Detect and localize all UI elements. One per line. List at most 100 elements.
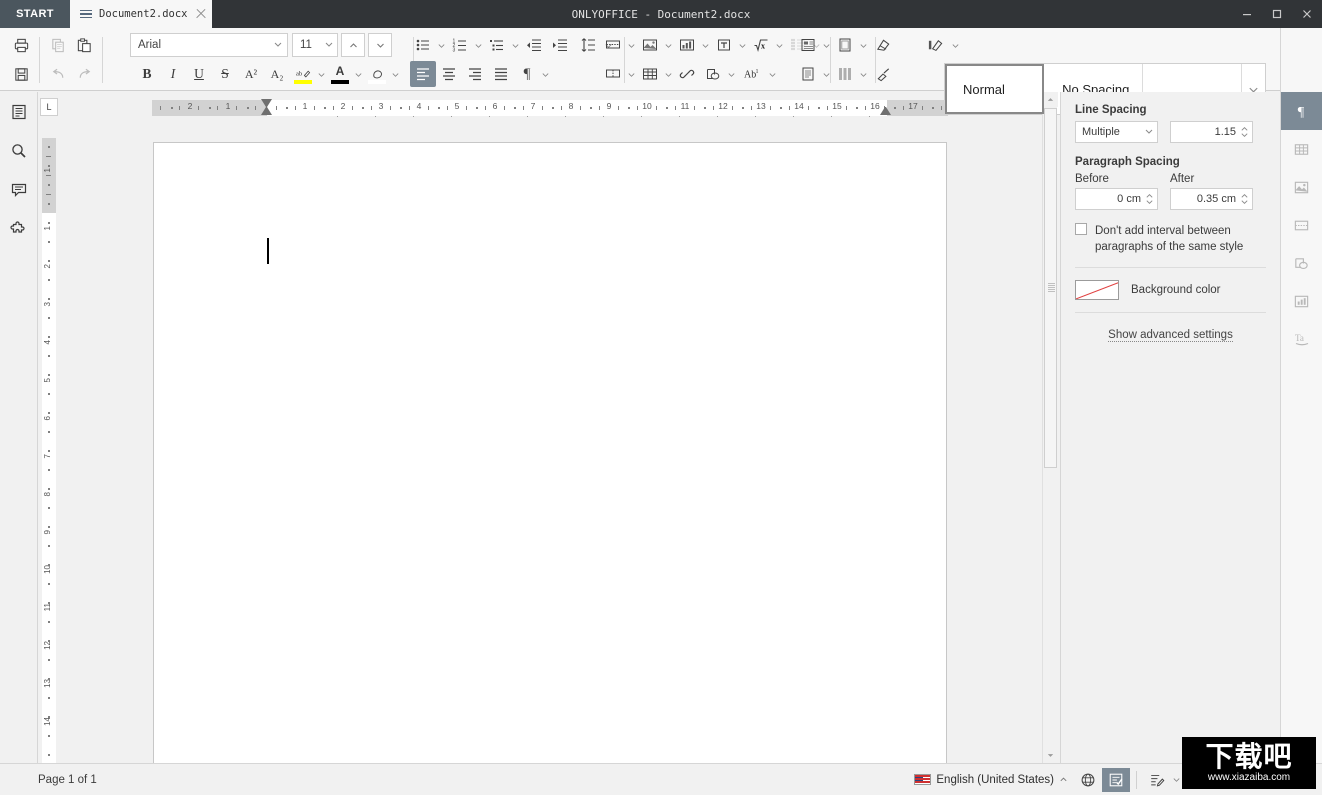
multilevel-list-icon[interactable] [484,32,510,58]
sidebar-item-text-art-settings[interactable]: Ta [1283,320,1321,358]
style-item-normal[interactable]: Normal [945,64,1045,114]
paragraph-shading-dropdown[interactable] [390,61,401,87]
align-left-icon[interactable] [410,61,436,87]
shape-icon[interactable] [700,61,726,87]
bold-button[interactable]: B [134,61,160,87]
sidebar-item-shape-settings[interactable] [1283,244,1321,282]
document-canvas[interactable] [58,117,1042,763]
spell-checking-icon[interactable] [1102,767,1130,792]
columns-dropdown[interactable] [626,61,637,87]
multilevel-list-dropdown[interactable] [510,32,521,58]
track-changes-dropdown[interactable] [1171,767,1182,793]
spacing-after-input[interactable]: 0.35 cm [1170,188,1253,210]
chart-icon[interactable] [674,32,700,58]
format-painter-icon[interactable] [868,61,898,87]
page-margins-icon[interactable] [795,32,821,58]
hanging-indent-marker[interactable] [261,107,272,115]
document-tab[interactable]: Document2.docx [70,0,212,28]
sidebar-item-table-settings[interactable] [1283,130,1321,168]
page-break-icon[interactable] [600,32,626,58]
image-icon[interactable] [637,32,663,58]
close-window-icon[interactable] [1292,0,1322,28]
background-color-swatch[interactable] [1075,280,1119,300]
tab-stop-selector[interactable]: L [40,98,58,116]
columns-icon[interactable] [600,61,626,87]
image-dropdown[interactable] [663,32,674,58]
background-color-row[interactable]: Background color [1075,280,1266,300]
decrease-indent-icon[interactable] [521,32,547,58]
page-size-dropdown[interactable] [821,61,832,87]
clear-style-icon[interactable] [868,32,898,58]
sidebar-item-search[interactable] [0,131,38,170]
right-indent-marker[interactable] [880,107,891,115]
start-button[interactable]: START [0,0,70,28]
sidebar-item-navigation[interactable] [0,92,38,131]
font-color-button[interactable]: A [327,61,353,87]
nonprinting-characters-icon[interactable]: ¶ [514,61,540,87]
document-page[interactable] [153,142,947,763]
equation-icon[interactable]: x [748,32,774,58]
page-break-dropdown[interactable] [626,32,637,58]
copy-style-dropdown[interactable] [950,32,961,58]
print-icon[interactable] [8,32,34,58]
highlight-color-button[interactable]: ab [290,61,316,87]
nonprinting-dropdown[interactable] [540,61,551,87]
line-spacing-icon[interactable] [573,32,603,58]
align-center-icon[interactable] [436,61,462,87]
paste-icon[interactable] [71,32,97,58]
increase-indent-icon[interactable] [547,32,573,58]
no-interval-checkbox-row[interactable]: Don't add interval between paragraphs of… [1075,223,1266,255]
page-orientation-icon[interactable] [832,32,858,58]
sidebar-item-header-footer-settings[interactable] [1283,206,1321,244]
equation-dropdown[interactable] [774,32,785,58]
sidebar-item-chart-settings[interactable] [1283,282,1321,320]
undo-icon[interactable] [45,61,71,87]
line-spacing-rule-select[interactable]: Multiple [1075,121,1158,143]
page-size-icon[interactable] [795,61,821,87]
spacing-before-stepper[interactable] [1145,193,1154,205]
scroll-up-arrow[interactable] [1043,92,1058,107]
italic-button[interactable]: I [160,61,186,87]
chevron-down-icon[interactable] [324,39,334,52]
redo-icon[interactable] [71,61,97,87]
paragraph-shading-button[interactable] [364,61,390,87]
maximize-icon[interactable] [1262,0,1292,28]
sidebar-item-paragraph-settings[interactable]: ¶ [1281,92,1322,130]
font-size-input[interactable]: 11 [292,33,338,57]
chevron-down-icon[interactable] [273,39,283,52]
subscript-button[interactable]: A₂ [264,61,290,87]
footnote-icon[interactable]: Ab 1 [737,61,767,87]
decrease-font-size-button[interactable] [368,33,392,57]
align-justify-icon[interactable] [488,61,514,87]
sidebar-item-comments[interactable] [0,170,38,209]
scrollbar-thumb[interactable] [1044,108,1057,468]
textbox-dropdown[interactable] [737,32,748,58]
page-margins-dropdown[interactable] [821,32,832,58]
set-document-language-icon[interactable] [1074,768,1102,792]
page-color-icon[interactable] [832,61,858,87]
sidebar-item-plugins[interactable] [0,209,38,248]
vertical-ruler[interactable]: 1 1 2 3 4 5 6 7 8 9 10 11 12 13 14 [42,138,56,763]
line-spacing-amount-input[interactable]: 1.15 [1170,121,1253,143]
increase-font-size-button[interactable] [341,33,365,57]
close-icon[interactable] [195,8,204,20]
line-spacing-stepper[interactable] [1240,126,1249,138]
strikeout-button[interactable]: S [212,61,238,87]
save-icon[interactable] [8,61,34,87]
copy-style-icon[interactable] [920,32,950,58]
bullets-dropdown[interactable] [436,32,447,58]
textbox-icon[interactable] [711,32,737,58]
underline-button[interactable]: U [186,61,212,87]
no-interval-checkbox[interactable] [1075,223,1087,235]
show-advanced-settings-link[interactable]: Show advanced settings [1108,329,1233,342]
first-line-indent-marker[interactable] [261,99,272,107]
minimize-icon[interactable] [1232,0,1262,28]
chevron-up-icon[interactable] [1059,771,1068,789]
font-color-dropdown[interactable] [353,61,364,87]
chart-dropdown[interactable] [700,32,711,58]
spacing-before-input[interactable]: 0 cm [1075,188,1158,210]
hyperlink-icon[interactable] [674,61,700,87]
footnote-dropdown[interactable] [767,61,778,87]
table-dropdown[interactable] [663,61,674,87]
scroll-down-arrow[interactable] [1043,748,1058,763]
